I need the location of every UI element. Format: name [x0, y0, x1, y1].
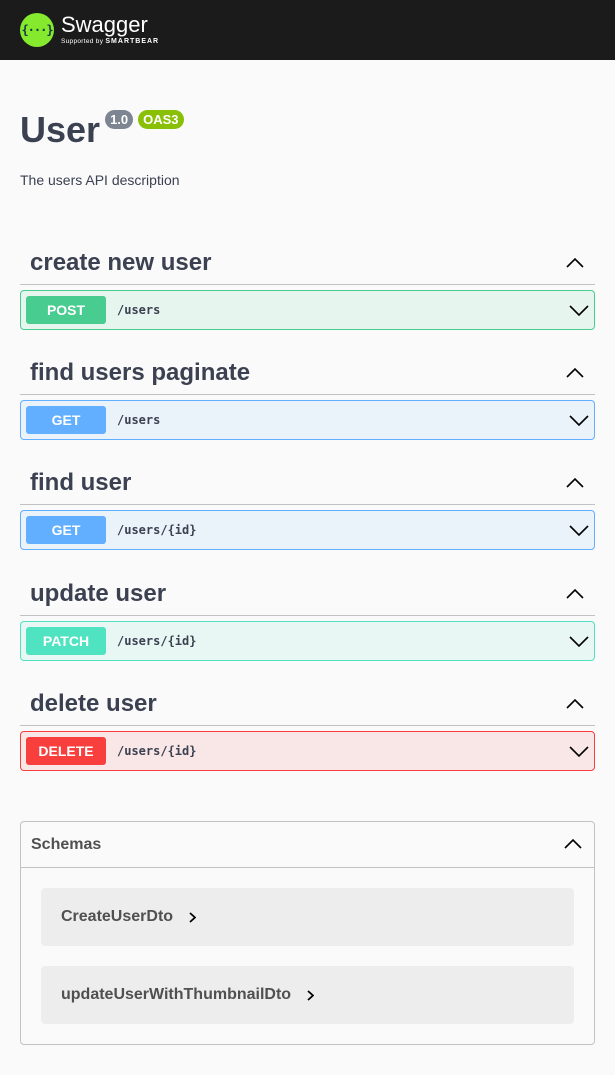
api-description: The users API description	[20, 172, 180, 188]
chevron-down-icon[interactable]	[567, 520, 591, 540]
tag-section-find-user: find user GET /users/{id}	[20, 462, 595, 550]
schemas-header[interactable]: Schemas	[21, 822, 594, 868]
method-badge: DELETE	[26, 737, 106, 765]
chevron-right-icon[interactable]	[189, 911, 197, 923]
schemas-title: Schemas	[31, 835, 102, 853]
operation-delete-user[interactable]: DELETE /users/{id}	[20, 731, 595, 771]
chevron-down-icon[interactable]	[567, 741, 591, 761]
tag-title: create new user	[30, 249, 212, 276]
schema-model-update-user-with-thumbnail-dto[interactable]: updateUserWithThumbnailDto	[41, 966, 574, 1024]
schema-model-create-user-dto[interactable]: CreateUserDto	[41, 888, 574, 946]
top-bar: {···} Swagger Supported by SMARTBEAR	[0, 0, 615, 60]
page-title: User	[20, 109, 101, 150]
chevron-down-icon[interactable]	[567, 631, 591, 651]
tag-section-find-users-paginate: find users paginate GET /users	[20, 352, 595, 440]
operation-get-users[interactable]: GET /users	[20, 400, 595, 440]
chevron-right-icon[interactable]	[307, 989, 315, 1001]
method-badge: GET	[26, 516, 106, 544]
tag-section-update-user: update user PATCH /users/{id}	[20, 573, 595, 661]
swagger-logo[interactable]: {···} Swagger Supported by SMARTBEAR	[20, 13, 159, 47]
chevron-up-icon[interactable]	[555, 253, 595, 273]
tag-title: find users paginate	[30, 359, 251, 386]
brand-name: Swagger	[61, 11, 148, 37]
method-badge: GET	[26, 406, 106, 434]
tag-title: find user	[30, 469, 132, 496]
model-name: updateUserWithThumbnailDto	[61, 986, 292, 1003]
chevron-down-icon[interactable]	[567, 410, 591, 430]
chevron-up-icon[interactable]	[555, 584, 595, 604]
operation-path: /users/{id}	[117, 523, 197, 537]
tag-title: update user	[30, 580, 167, 607]
tag-header[interactable]: delete user	[20, 683, 595, 726]
chevron-up-icon[interactable]	[555, 694, 595, 714]
tag-header[interactable]: find user	[20, 462, 595, 505]
chevron-up-icon[interactable]	[555, 363, 595, 383]
supported-by-text: Supported by SMARTBEAR	[61, 37, 160, 45]
operation-get-user-by-id[interactable]: GET /users/{id}	[20, 510, 595, 550]
operation-path: /users	[117, 413, 161, 427]
schemas-section: Schemas CreateUserDto updateUserWithThum…	[20, 821, 595, 1045]
chevron-down-icon[interactable]	[567, 300, 591, 320]
api-info: User 1.0 OAS3	[20, 108, 595, 152]
model-name: CreateUserDto	[61, 908, 174, 925]
tag-header[interactable]: find users paginate	[20, 352, 595, 395]
operation-post-users[interactable]: POST /users	[20, 290, 595, 330]
operation-path: /users/{id}	[117, 744, 197, 758]
version-badge: 1.0	[105, 110, 134, 129]
tag-header[interactable]: create new user	[20, 242, 595, 285]
operation-path: /users	[117, 303, 161, 317]
tag-title: delete user	[30, 690, 157, 717]
method-badge: POST	[26, 296, 106, 324]
tag-section-delete-user: delete user DELETE /users/{id}	[20, 683, 595, 771]
tag-section-create-new-user: create new user POST /users	[20, 242, 595, 330]
swagger-logo-icon: {···}	[20, 13, 54, 47]
chevron-up-icon[interactable]	[555, 473, 595, 493]
oas-badge: OAS3	[138, 110, 184, 129]
operation-patch-user[interactable]: PATCH /users/{id}	[20, 621, 595, 661]
operation-path: /users/{id}	[117, 634, 197, 648]
method-badge: PATCH	[26, 627, 106, 655]
tag-header[interactable]: update user	[20, 573, 595, 616]
chevron-up-icon[interactable]	[564, 836, 582, 854]
